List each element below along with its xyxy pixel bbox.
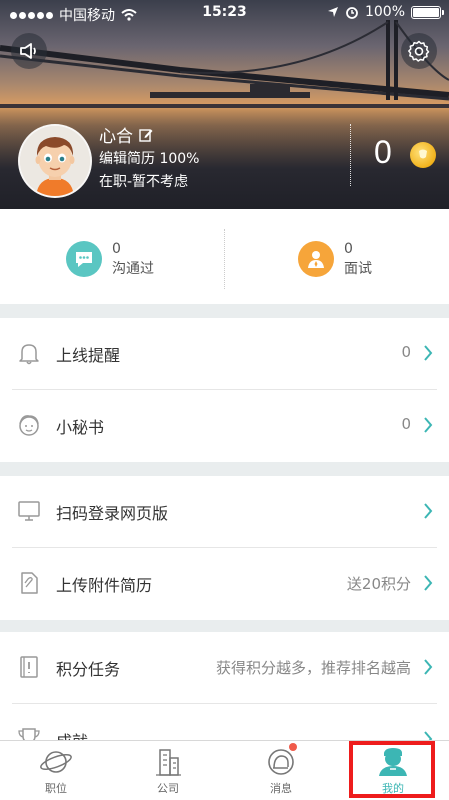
avatar[interactable] — [18, 124, 92, 198]
app: 中国移动 15:23 100% 心合 编辑简历 100% 在职-暂不考虑 0 0… — [0, 0, 449, 800]
menu-label: 上传附件简历 — [56, 576, 153, 595]
menu-label: 上线提醒 — [56, 346, 121, 365]
stat-chatted-count: 0 — [112, 241, 121, 257]
stats-section: 0 沟通过 0 面试 — [0, 209, 449, 304]
menu-value: 0 — [401, 415, 411, 433]
battery-percent: 100% — [364, 4, 405, 20]
interview-person-icon — [298, 241, 334, 277]
menu-value: 获得积分越多，推荐排名越高 — [215, 659, 411, 677]
section-gap — [0, 304, 449, 318]
menu-online-reminder[interactable]: 上线提醒 0 — [0, 318, 449, 390]
stat-chatted-label: 沟通过 — [112, 261, 154, 277]
tab-messages[interactable]: 消息 — [225, 741, 337, 800]
chat-bubble-icon — [66, 241, 102, 277]
menu-value: 0 — [401, 343, 411, 361]
tab-label: 消息 — [270, 782, 292, 795]
location-arrow-icon — [327, 7, 338, 17]
task-book-icon — [20, 656, 38, 678]
announcement-button[interactable] — [11, 33, 47, 69]
profile-name-row[interactable]: 心合 — [99, 122, 153, 147]
alarm-icon — [346, 7, 358, 19]
chevron-right-icon — [424, 503, 433, 519]
tab-label: 公司 — [157, 782, 179, 795]
stat-interview-label: 面试 — [344, 261, 372, 277]
speaker-icon — [20, 43, 36, 59]
menu-upload-resume[interactable]: 上传附件简历 送20积分 — [0, 548, 449, 620]
stat-interview-count: 0 — [344, 241, 353, 257]
menu-value: 送20积分 — [346, 575, 411, 593]
monitor-icon — [18, 501, 40, 521]
menu-points-task[interactable]: 积分任务 获得积分越多，推荐排名越高 — [0, 632, 449, 704]
at-sign-icon — [268, 749, 294, 775]
chevron-right-icon — [424, 659, 433, 675]
stat-chatted[interactable]: 0 沟通过 — [66, 239, 154, 279]
profile-name: 心合 — [99, 127, 133, 147]
stat-interview[interactable]: 0 面试 — [298, 239, 372, 279]
chevron-right-icon — [424, 345, 433, 361]
job-status[interactable]: 在职-暂不考虑 — [99, 171, 188, 191]
gear-icon — [408, 40, 430, 62]
user-avatar-image — [20, 126, 90, 196]
attachment-file-icon — [21, 572, 38, 594]
unread-dot-badge — [289, 743, 297, 751]
menu-label: 扫码登录网页版 — [56, 504, 169, 523]
battery-icon — [411, 5, 444, 19]
profile-header: 中国移动 15:23 100% 心合 编辑简历 100% 在职-暂不考虑 0 — [0, 0, 449, 209]
tab-company[interactable]: 公司 — [112, 741, 224, 800]
bell-icon — [19, 344, 39, 365]
tab-label: 职位 — [45, 782, 67, 795]
highlight-box — [349, 741, 435, 798]
coin-emblem-icon — [419, 149, 427, 159]
resume-completion[interactable]: 编辑简历 100% — [99, 148, 199, 168]
tab-jobs[interactable]: 职位 — [0, 741, 112, 800]
section-gap — [0, 462, 449, 476]
menu-scan-login[interactable]: 扫码登录网页版 — [0, 476, 449, 548]
coin-icon[interactable] — [410, 142, 436, 168]
edit-icon — [139, 128, 153, 142]
coin-count[interactable]: 0 — [374, 134, 392, 171]
menu-label: 小秘书 — [56, 418, 105, 437]
planet-icon — [40, 751, 72, 773]
menu-secretary[interactable]: 小秘书 0 — [0, 390, 449, 462]
settings-button[interactable] — [401, 33, 437, 69]
building-icon — [156, 749, 181, 776]
secretary-face-icon — [19, 415, 39, 436]
header-divider — [350, 124, 351, 186]
stats-divider — [224, 229, 225, 289]
status-bar: 中国移动 15:23 100% — [0, 0, 449, 26]
menu-label: 积分任务 — [56, 660, 121, 679]
chevron-right-icon — [424, 575, 433, 591]
chevron-right-icon — [424, 417, 433, 433]
